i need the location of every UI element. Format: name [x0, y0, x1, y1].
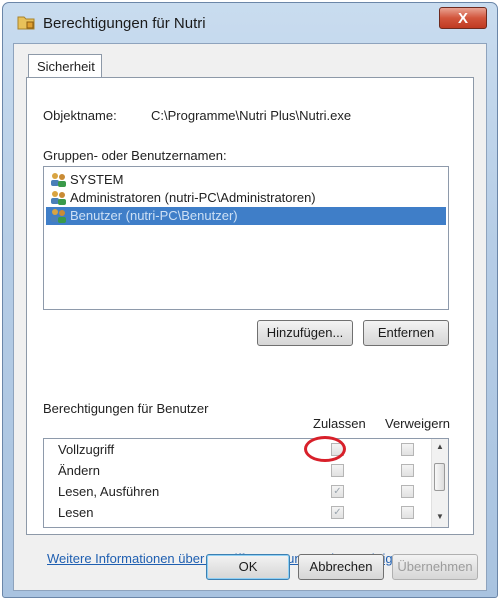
- ok-button[interactable]: OK: [206, 554, 290, 580]
- tab-security-label: Sicherheit: [37, 59, 95, 74]
- list-item-system[interactable]: SYSTEM: [46, 171, 446, 189]
- dialog-client-area: Sicherheit Objektname: C:\Programme\Nutr…: [13, 43, 487, 591]
- allow-checkbox[interactable]: ✓: [331, 506, 344, 519]
- groups-listbox[interactable]: SYSTEM Administratoren (nutri-PC\Adminis…: [43, 166, 449, 310]
- permission-name: Lesen, Ausführen: [58, 484, 160, 499]
- add-button[interactable]: Hinzufügen...: [257, 320, 353, 346]
- permissions-list: Vollzugriff Ändern Lesen, Ausführen ✓ Le…: [43, 438, 449, 528]
- permission-name: Lesen: [58, 505, 94, 520]
- close-icon: X: [457, 10, 468, 27]
- scrollbar-thumb[interactable]: [434, 463, 445, 491]
- apply-button[interactable]: Übernehmen: [392, 554, 478, 580]
- users-icon: [51, 209, 66, 223]
- permission-row-modify: Ändern: [44, 460, 428, 482]
- allow-checkbox[interactable]: [331, 464, 344, 477]
- highlight-circle-annotation: [304, 436, 346, 462]
- users-icon: [51, 173, 66, 187]
- deny-checkbox[interactable]: [401, 485, 414, 498]
- list-item-administrators[interactable]: Administratoren (nutri-PC\Administratore…: [46, 189, 446, 207]
- deny-checkbox[interactable]: [401, 443, 414, 456]
- tab-security[interactable]: Sicherheit: [28, 54, 102, 78]
- column-header-deny: Verweigern: [385, 416, 451, 431]
- permissions-dialog: Berechtigungen für Nutri X Sicherheit Ob…: [2, 2, 498, 598]
- object-name-value: C:\Programme\Nutri Plus\Nutri.exe: [151, 108, 352, 123]
- checkmark-icon: ✓: [333, 486, 342, 497]
- list-item-label: SYSTEM: [70, 172, 124, 187]
- permission-name: Ändern: [58, 463, 100, 478]
- permission-row-read: Lesen ✓: [44, 502, 428, 524]
- groups-label: Gruppen- oder Benutzernamen:: [43, 148, 227, 163]
- window-title: Berechtigungen für Nutri: [43, 15, 206, 32]
- checkmark-icon: ✓: [333, 507, 342, 518]
- permission-row-full-control: Vollzugriff: [44, 439, 428, 461]
- scroll-up-icon[interactable]: ▲: [432, 439, 448, 455]
- permission-row-read-execute: Lesen, Ausführen ✓: [44, 481, 428, 503]
- list-item-users[interactable]: Benutzer (nutri-PC\Benutzer): [46, 207, 446, 225]
- cancel-button[interactable]: Abbrechen: [298, 554, 384, 580]
- column-header-allow: Zulassen: [313, 416, 366, 431]
- allow-checkbox[interactable]: ✓: [331, 485, 344, 498]
- security-tab-panel: Objektname: C:\Programme\Nutri Plus\Nutr…: [26, 77, 474, 566]
- deny-checkbox[interactable]: [401, 506, 414, 519]
- object-name-label: Objektname:: [43, 108, 117, 123]
- list-item-label: Benutzer (nutri-PC\Benutzer): [70, 208, 238, 223]
- permissions-label: Berechtigungen für Benutzer: [43, 401, 209, 416]
- folder-lock-icon: [17, 16, 35, 30]
- permissions-scrollbar[interactable]: ▲ ▼: [431, 439, 448, 527]
- deny-checkbox[interactable]: [401, 464, 414, 477]
- scroll-down-icon[interactable]: ▼: [432, 509, 448, 525]
- remove-button[interactable]: Entfernen: [363, 320, 449, 346]
- permission-name: Vollzugriff: [58, 442, 115, 457]
- users-icon: [51, 191, 66, 205]
- title-bar[interactable]: Berechtigungen für Nutri X: [3, 3, 497, 43]
- close-button[interactable]: X: [439, 7, 487, 29]
- list-item-label: Administratoren (nutri-PC\Administratore…: [70, 190, 316, 205]
